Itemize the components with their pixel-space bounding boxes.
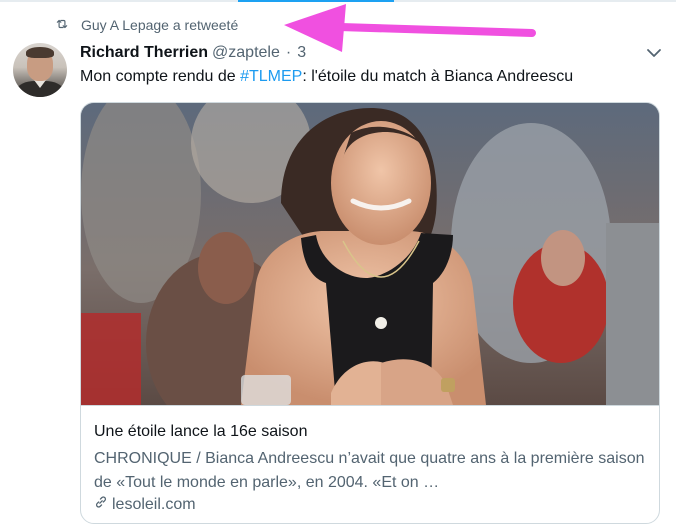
card-domain[interactable]: lesoleil.com	[94, 495, 196, 514]
link-icon	[94, 495, 112, 514]
active-tab-indicator	[238, 0, 394, 2]
card-description: CHRONIQUE / Bianca Andreescu n’avait que…	[94, 450, 645, 491]
tweet-text-after: : l'étoile du match à Bianca Andreescu	[302, 68, 574, 85]
card-title[interactable]: Une étoile lance la 16e saison	[94, 423, 307, 441]
tweet-text-before: Mon compte rendu de	[80, 68, 241, 85]
avatar[interactable]	[13, 43, 67, 97]
link-card[interactable]: Une étoile lance la 16e saison CHRONIQUE…	[80, 102, 660, 524]
retweet-context[interactable]: Guy A Lepage a retweeté	[55, 15, 238, 35]
tweet-header: Richard Therrien @zaptele · 3	[80, 43, 306, 63]
tweet-timestamp[interactable]: 3	[297, 44, 306, 62]
timeline-top-divider	[0, 0, 676, 2]
retweet-label[interactable]: Guy A Lepage a retweeté	[81, 17, 238, 33]
author-name[interactable]: Richard Therrien	[80, 44, 208, 62]
separator-dot: ·	[285, 44, 292, 61]
article-photo[interactable]	[81, 103, 659, 405]
card-domain-label[interactable]: lesoleil.com	[112, 496, 196, 514]
author-handle[interactable]: @zaptele	[212, 44, 280, 62]
hashtag-link[interactable]: #TLMEP	[240, 68, 302, 85]
chevron-down-icon[interactable]	[646, 46, 662, 60]
tweet-text: Mon compte rendu de #TLMEP: l'étoile du …	[80, 68, 573, 86]
card-body: Une étoile lance la 16e saison CHRONIQUE…	[81, 405, 659, 523]
retweet-icon	[55, 17, 81, 34]
